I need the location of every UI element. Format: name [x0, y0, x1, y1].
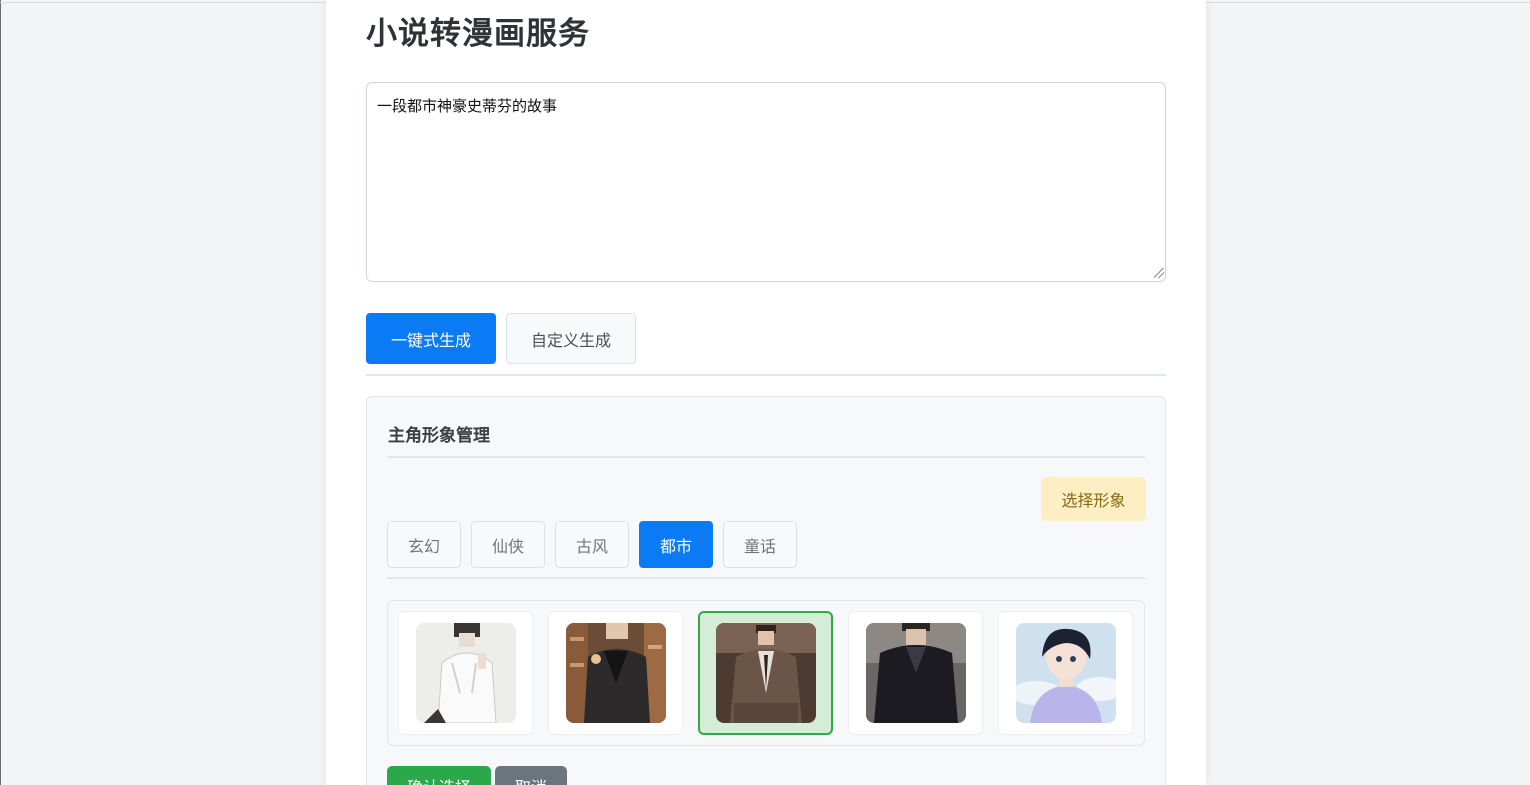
select-character-button[interactable]: 选择形象	[1041, 477, 1146, 521]
confirm-button[interactable]: 确认选择	[387, 766, 491, 785]
panel-divider	[387, 456, 1145, 458]
cancel-button[interactable]: 取消	[495, 766, 567, 785]
generation-tabs: 一键式生成 自定义生成	[366, 313, 1166, 376]
category-xianxia[interactable]: 仙侠	[471, 521, 545, 568]
tab-custom[interactable]: 自定义生成	[506, 313, 636, 364]
character-image	[416, 623, 516, 723]
character-gallery	[387, 600, 1145, 746]
character-image	[866, 623, 966, 723]
category-gufeng[interactable]: 古风	[555, 521, 629, 568]
character-card-selected[interactable]	[698, 611, 833, 735]
character-image	[1016, 623, 1116, 723]
tab-one-click[interactable]: 一键式生成	[366, 313, 496, 364]
category-dushi[interactable]: 都市	[639, 521, 713, 568]
character-card[interactable]	[548, 611, 683, 735]
main-container: 小说转漫画服务 一键式生成 自定义生成 主角形象管理 选择形象 玄幻 仙侠 古风…	[326, 0, 1206, 785]
category-tabs: 玄幻 仙侠 古风 都市 童话	[387, 521, 1145, 579]
character-card[interactable]	[398, 611, 533, 735]
character-image	[566, 623, 666, 723]
panel-title: 主角形象管理	[388, 426, 490, 446]
category-xuanhuan[interactable]: 玄幻	[387, 521, 461, 568]
category-tonghua[interactable]: 童话	[723, 521, 797, 568]
resize-handle[interactable]	[1154, 268, 1164, 278]
page-title: 小说转漫画服务	[366, 16, 590, 52]
story-input[interactable]	[366, 82, 1166, 282]
character-image	[716, 623, 816, 723]
character-card[interactable]	[848, 611, 983, 735]
window-edge	[0, 0, 1, 785]
character-card[interactable]	[998, 611, 1133, 735]
character-panel: 主角形象管理 选择形象 玄幻 仙侠 古风 都市 童话	[366, 396, 1166, 785]
